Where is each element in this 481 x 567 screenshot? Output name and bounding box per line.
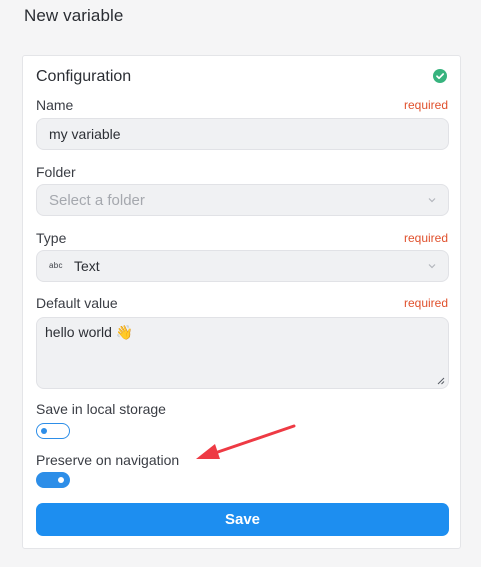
folder-select[interactable]: Select a folder xyxy=(36,184,449,216)
chevron-down-icon xyxy=(428,198,436,203)
text-type-icon: abc xyxy=(49,261,63,270)
folder-placeholder: Select a folder xyxy=(49,192,145,209)
local-storage-label: Save in local storage xyxy=(36,401,166,417)
default-value-label: Default value xyxy=(36,295,118,311)
default-value-text: hello world 👋 xyxy=(45,324,134,340)
preserve-navigation-label: Preserve on navigation xyxy=(36,452,180,468)
toggle-knob xyxy=(58,476,64,483)
type-select[interactable]: abc Text xyxy=(36,250,449,282)
chevron-down-icon xyxy=(428,264,436,269)
local-storage-toggle[interactable] xyxy=(36,423,70,439)
type-required-tag: required xyxy=(403,231,448,245)
check-circle-icon xyxy=(433,69,447,83)
name-required-tag: required xyxy=(403,98,448,112)
type-value: Text xyxy=(74,258,100,274)
toggle-knob xyxy=(41,427,47,434)
default-value-textarea[interactable]: hello world 👋 xyxy=(36,317,449,389)
save-button[interactable]: Save xyxy=(36,503,449,536)
annotation-arrow-icon xyxy=(196,424,296,459)
default-value-required-tag: required xyxy=(403,296,448,310)
resize-handle-icon[interactable] xyxy=(437,377,445,385)
page-title: New variable xyxy=(24,6,124,25)
name-input[interactable]: my variable xyxy=(36,118,449,150)
name-label: Name xyxy=(36,97,74,113)
card-title: Configuration xyxy=(36,68,132,85)
preserve-navigation-toggle[interactable] xyxy=(36,472,70,488)
configuration-card: Configuration Name required my variable … xyxy=(22,55,461,549)
folder-label: Folder xyxy=(36,164,76,180)
type-label: Type xyxy=(36,230,67,246)
